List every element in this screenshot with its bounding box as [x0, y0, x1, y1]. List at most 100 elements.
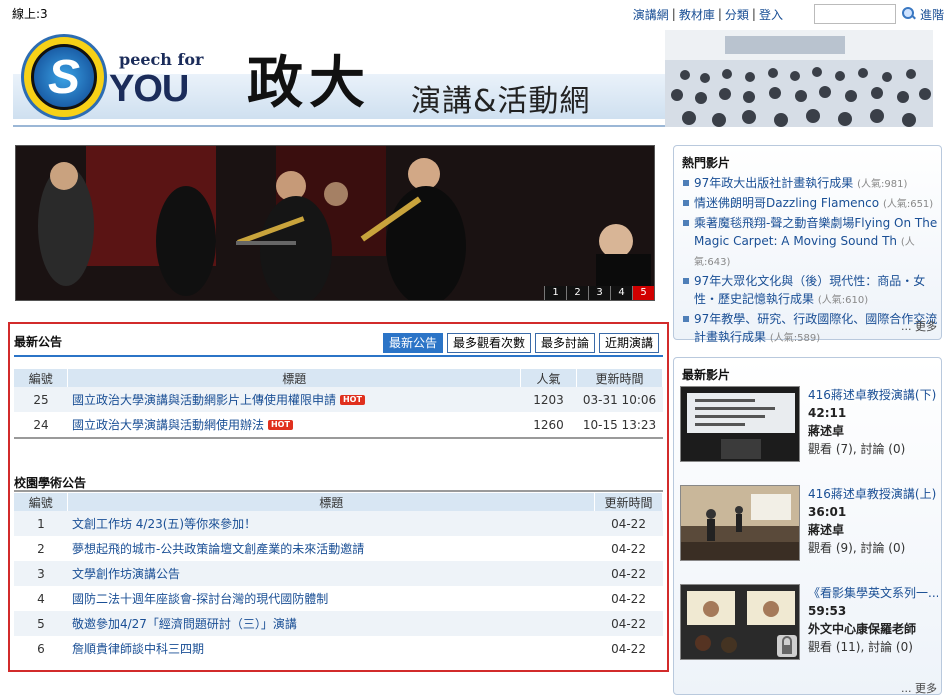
row-title-cell: 文學創作坊演講公告: [67, 561, 595, 586]
audience-photo: [665, 30, 933, 127]
video-title-row: 416蔣述卓教授演講(下): [808, 386, 938, 404]
bullet-icon: [683, 316, 689, 322]
bullet-icon: [683, 220, 689, 226]
latest-announcements-title: 最新公告: [14, 335, 63, 349]
video-speaker: 蔣述卓: [808, 523, 845, 537]
campus-announcements-title: 校園學術公告: [14, 476, 87, 490]
announcement-link[interactable]: 國立政治大學演講與活動網影片上傳使用權限申請: [72, 393, 336, 407]
row-time: 04-22: [594, 611, 663, 636]
hot-videos-panel: 熱門影片 97年政大出版社計畫執行成果 (人氣:981) 情迷佛朗明哥Dazzl…: [673, 145, 942, 344]
search-icon[interactable]: [901, 6, 917, 22]
row-title-cell: 文創工作坊 4/23(五)等你來參加！: [67, 511, 595, 536]
site-banner: S peech for YOU 政大 演講&活動網: [13, 30, 933, 127]
slide-page-4[interactable]: 4: [610, 286, 632, 300]
video-duration: 42:11: [808, 406, 847, 420]
campus-announcement-link[interactable]: 國防二法十週年座談會-探討台灣的現代國防體制: [72, 592, 328, 606]
list-item: 97年教學、研究、行政國際化、國際合作交流計畫執行成果 (人氣:589): [682, 310, 938, 348]
hot-videos-more-link[interactable]: ... 更多: [901, 318, 937, 334]
campus-announcement-link[interactable]: 敬邀參加4/27「經濟問題研討（三）」演講: [72, 617, 297, 631]
nav-category-link[interactable]: 分類: [725, 6, 749, 23]
video-info: 《看影集學英文系列一... 59:53 外文中心康保羅老師 觀看 (11), 討…: [808, 584, 938, 656]
row-views: 1260: [533, 417, 564, 432]
advanced-search-link[interactable]: 進階: [920, 6, 944, 23]
slide-page-2[interactable]: 2: [566, 286, 588, 300]
logo-nccu: 政大: [247, 50, 371, 116]
hot-videos-list: 97年政大出版社計畫執行成果 (人氣:981) 情迷佛朗明哥Dazzling F…: [682, 174, 938, 348]
row-title-cell: 國立政治大學演講與活動網使用辦法 HOT: [68, 412, 521, 437]
nav-materials-link[interactable]: 教材庫: [679, 6, 715, 23]
banner-audience-image: [665, 30, 933, 127]
video-stats: 觀看 (9), 討論 (0): [808, 541, 906, 555]
nav-separator: |: [751, 7, 756, 21]
slide-page-3[interactable]: 3: [588, 286, 610, 300]
popularity: (人氣:981): [857, 179, 908, 190]
row-time: 04-22: [594, 561, 663, 586]
announcement-tabs: 最新公告 最多觀看次數 最多討論 近期演講: [382, 333, 659, 353]
slide-page-1[interactable]: 1: [544, 286, 566, 300]
bullet-icon: [683, 278, 689, 284]
row-id: 4: [37, 591, 45, 606]
row-id: 24: [33, 417, 49, 432]
col-header-id: 編號: [14, 369, 69, 387]
nav-login-link[interactable]: 登入: [759, 6, 783, 23]
tabs-underline: [14, 355, 663, 357]
new-videos-more-link[interactable]: ... 更多: [901, 680, 937, 696]
hot-video-link[interactable]: 情迷佛朗明哥Dazzling Flamenco: [694, 196, 879, 210]
logo-peech: peech for: [119, 50, 204, 69]
slideshow-pager: 1 2 3 4 5: [544, 286, 654, 300]
col-header-time: 更新時間: [594, 493, 663, 511]
popularity: (人氣:610): [817, 295, 869, 306]
video-thumbnail-image: [681, 387, 799, 461]
logo-inner: S: [31, 44, 97, 110]
video-thumbnail-image: [681, 585, 799, 659]
bullet-icon: [683, 180, 689, 186]
tab-latest[interactable]: 最新公告: [382, 333, 443, 353]
video-duration: 36:01: [808, 505, 847, 519]
video-thumbnail[interactable]: [680, 584, 800, 660]
nav-separator: |: [671, 7, 676, 21]
row-title-cell: 敬邀參加4/27「經濟問題研討（三）」演講: [67, 611, 595, 636]
row-time: 04-22: [611, 541, 646, 556]
hot-video-link[interactable]: 97年政大出版社計畫執行成果: [694, 176, 853, 190]
search-input[interactable]: [813, 4, 896, 24]
campus-announcement-link[interactable]: 文學創作坊演講公告: [72, 567, 180, 581]
row-time: 10-15 13:23: [582, 417, 657, 432]
video-title-link[interactable]: 《看影集學英文系列一...: [808, 586, 938, 600]
slideshow-photo: [16, 146, 654, 300]
video-thumbnail[interactable]: [680, 386, 800, 462]
campus-announcement-link[interactable]: 夢想起飛的城市-公共政策論壇文創產業的未來活動邀請: [72, 542, 364, 556]
nav-speech-link[interactable]: 演講網: [633, 6, 669, 23]
hot-video-link[interactable]: 97年大眾化文化與（後）現代性：商品・女性・歷史記憶執行成果: [694, 274, 925, 306]
announcement-link[interactable]: 國立政治大學演講與活動網使用辦法: [72, 418, 264, 432]
col-header-title: 標題: [67, 369, 522, 387]
table-row: 24 國立政治大學演講與活動網使用辦法 HOT 1260 10-15 13:23: [14, 412, 663, 437]
table-row: 6 詹順貴律師談中科三四期 04-22: [14, 636, 663, 661]
logo-you: YOU: [109, 68, 189, 110]
col-header-title: 標題: [67, 493, 596, 511]
video-title-link[interactable]: 416蔣述卓教授演講(下): [808, 388, 936, 402]
tab-most-viewed[interactable]: 最多觀看次數: [446, 333, 531, 353]
row-title-cell: 國防二法十週年座談會-探討台灣的現代國防體制: [68, 586, 595, 611]
tab-most-discussed[interactable]: 最多討論: [534, 333, 595, 353]
row-time: 03-31 10:06: [576, 387, 663, 412]
list-item: 乘著魔毯飛翔-聲之動音樂劇場Flying On The Magic Carpet…: [682, 214, 938, 272]
row-views: 1203: [520, 387, 577, 412]
announcements-table: 編號 標題 人氣 更新時間 25 國立政治大學演講與活動網影片上傳使用權限申請 H…: [14, 369, 663, 437]
row-title-cell: 國立政治大學演講與活動網影片上傳使用權限申請 HOT: [67, 387, 521, 412]
logo-s-icon[interactable]: S: [21, 34, 107, 120]
row-id: 6: [37, 641, 45, 656]
slide-page-5[interactable]: 5: [632, 286, 654, 300]
video-title-link[interactable]: 416蔣述卓教授演講(上): [808, 487, 936, 501]
col-header-id: 編號: [14, 493, 69, 511]
video-thumbnail[interactable]: [680, 485, 800, 561]
featured-slideshow[interactable]: 1 2 3 4 5: [15, 145, 655, 301]
tab-upcoming[interactable]: 近期演講: [598, 333, 659, 353]
new-videos-panel: 最新影片 416蔣述卓教授演講(下) 42:11 蔣述卓 觀看 (7), 討論 …: [673, 357, 942, 695]
video-item: 《看影集學英文系列一... 59:53 外文中心康保羅老師 觀看 (11), 討…: [680, 584, 938, 664]
campus-announcement-link[interactable]: 詹順貴律師談中科三四期: [72, 642, 204, 656]
campus-announcement-link[interactable]: 文創工作坊 4/23(五)等你來參加！: [72, 517, 256, 531]
video-thumbnail-image: [681, 486, 799, 560]
hot-videos-title: 熱門影片: [682, 156, 731, 170]
online-count: 線上:3: [12, 7, 48, 21]
campus-title-underline: [14, 490, 663, 492]
